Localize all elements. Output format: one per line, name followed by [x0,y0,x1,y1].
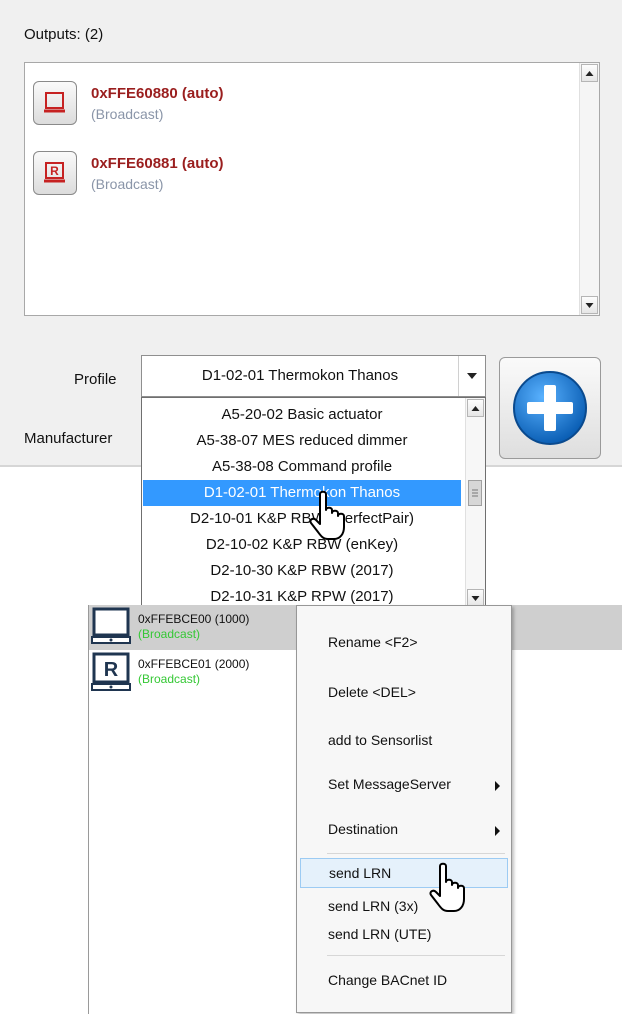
chevron-down-icon [471,596,480,601]
add-output-button[interactable] [499,357,601,459]
output-item[interactable]: 0xFFE60880 (auto) (Broadcast) [33,81,553,131]
menu-separator [327,853,505,854]
plus-circle-icon [513,371,587,445]
relay-device-icon: R [91,652,131,691]
device-address: 0xFFEBCE00 (1000) [138,612,250,626]
chevron-down-icon [467,373,477,379]
output-item[interactable]: R 0xFFE60881 (auto) (Broadcast) [33,151,553,201]
profile-option[interactable]: A5-38-07 MES reduced dimmer [143,428,461,454]
submenu-arrow-icon [495,826,500,836]
output-destination: (Broadcast) [91,176,164,192]
chevron-up-icon [471,406,480,411]
scrollbar-thumb[interactable] [468,480,482,506]
outputs-count-label: Outputs: (2) [24,26,104,43]
menu-separator [327,955,505,956]
scroll-up-button[interactable] [581,64,598,82]
monitor-output-icon [33,81,77,125]
grip-icon [472,489,478,497]
scroll-down-button[interactable] [581,296,598,314]
menu-item-set-messageserver[interactable]: Set MessageServer [300,776,508,796]
profile-option[interactable]: A5-38-08 Command profile [143,454,461,480]
profile-option[interactable]: D2-10-30 K&P RBW (2017) [143,558,461,584]
output-destination: (Broadcast) [91,106,164,122]
outputs-scrollbar[interactable] [579,63,599,315]
profile-label: Profile [74,371,117,388]
menu-item-change-bacnet-id[interactable]: Change BACnet ID [300,972,508,988]
menu-item-destination[interactable]: Destination [300,821,508,841]
manufacturer-label: Manufacturer [24,430,113,447]
profile-dropdown-toggle[interactable] [458,356,485,396]
output-address: 0xFFE60881 (auto) [91,155,224,172]
menu-item-add-to-sensorlist[interactable]: add to Sensorlist [300,732,508,748]
monitor-device-icon [91,607,131,644]
profile-option[interactable]: A5-20-02 Basic actuator [143,402,461,428]
device-destination: (Broadcast) [138,672,201,686]
device-address: 0xFFEBCE01 (2000) [138,657,250,671]
dropdown-scrollbar[interactable] [465,398,485,608]
chevron-up-icon [585,71,594,76]
device-destination: (Broadcast) [138,627,201,641]
svg-text:R: R [104,659,119,681]
output-address: 0xFFE60880 (auto) [91,85,224,102]
hand-cursor-icon [429,862,465,912]
relay-output-icon: R [33,151,77,195]
outputs-list[interactable]: 0xFFE60880 (auto) (Broadcast) R 0xFFE608… [24,62,600,316]
submenu-arrow-icon [495,781,500,791]
device-context-menu: Rename <F2> Delete <DEL> add to Sensorli… [296,605,512,1013]
menu-item-send-lrn-ute[interactable]: send LRN (UTE) [300,926,508,942]
svg-text:R: R [50,164,59,178]
scroll-up-button[interactable] [467,399,484,417]
hand-cursor-icon [309,490,345,540]
chevron-down-icon [585,303,594,308]
menu-item-rename[interactable]: Rename <F2> [300,634,508,650]
profile-select[interactable]: D1-02-01 Thermokon Thanos [141,355,486,397]
profile-selected-value: D1-02-01 Thermokon Thanos [201,367,399,384]
menu-item-delete[interactable]: Delete <DEL> [300,684,508,700]
